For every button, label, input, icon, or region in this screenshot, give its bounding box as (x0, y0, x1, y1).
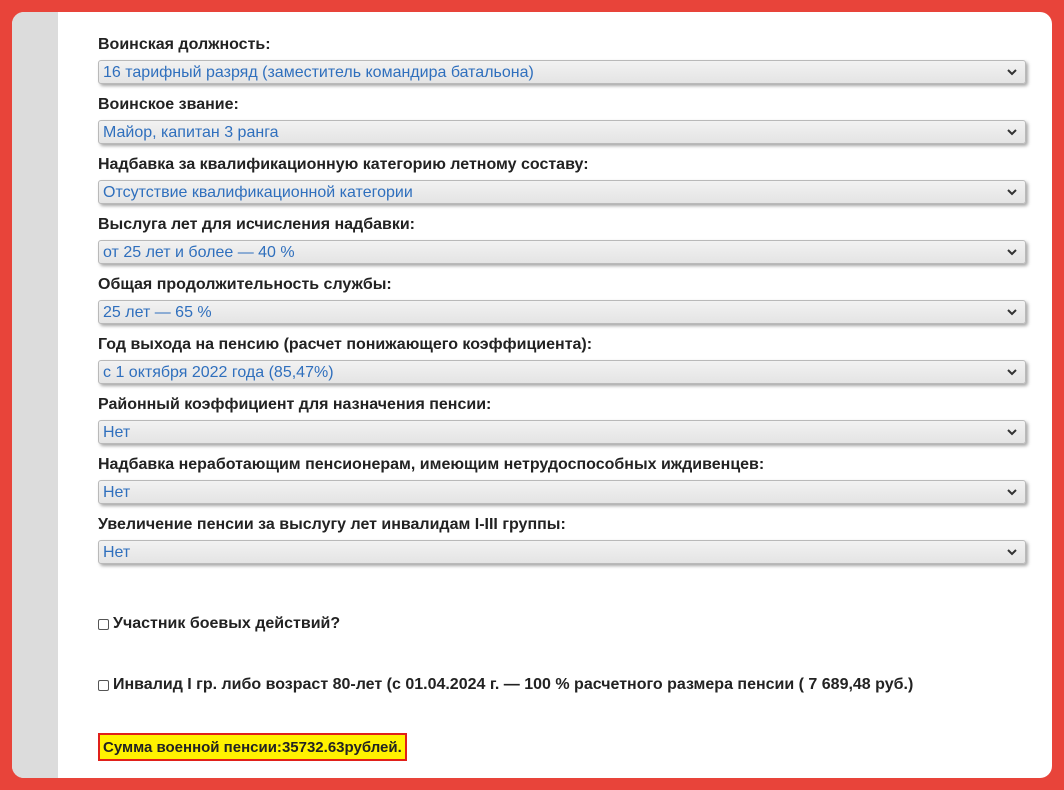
dependents-select-value: Нет (103, 484, 131, 501)
chevron-down-icon (1007, 429, 1017, 436)
qualification-label: Надбавка за квалификационную категорию л… (98, 156, 589, 173)
combat-veteran-option[interactable]: Участник боевых действий? (98, 615, 340, 633)
chevron-down-icon (1007, 309, 1017, 316)
retirement-year-select[interactable]: с 1 октября 2022 года (85,47%) (98, 360, 1026, 384)
rank-select-value: Майор, капитан 3 ранга (103, 124, 279, 141)
rank-select[interactable]: Майор, капитан 3 ранга (98, 120, 1026, 144)
service-length-label: Общая продолжительность службы: (98, 276, 392, 293)
regional-coefficient-select[interactable]: Нет (98, 420, 1026, 444)
disability-increase-select-value: Нет (103, 544, 131, 561)
combat-veteran-checkbox[interactable] (98, 618, 109, 630)
calculator-panel: Воинская должность: 16 тарифный разряд (… (12, 12, 1052, 778)
service-length-select[interactable]: 25 лет — 65 % (98, 300, 1026, 324)
result-unit: рублей. (344, 738, 402, 756)
service-length-select-value: 25 лет — 65 % (103, 304, 212, 321)
chevron-down-icon (1007, 249, 1017, 256)
position-select-value: 16 тарифный разряд (заместитель командир… (103, 64, 534, 81)
position-label: Воинская должность: (98, 36, 271, 53)
seniority-bonus-select[interactable]: от 25 лет и более — 40 % (98, 240, 1026, 264)
invalid-or-80-option[interactable]: Инвалид I гр. либо возраст 80-лет (с 01.… (98, 676, 913, 694)
chevron-down-icon (1007, 189, 1017, 196)
seniority-bonus-label: Выслуга лет для исчисления надбавки: (98, 216, 415, 233)
invalid-or-80-checkbox[interactable] (98, 679, 109, 691)
seniority-bonus-select-value: от 25 лет и более — 40 % (103, 244, 295, 261)
chevron-down-icon (1007, 129, 1017, 136)
dependents-select[interactable]: Нет (98, 480, 1026, 504)
chevron-down-icon (1007, 369, 1017, 376)
rank-label: Воинское звание: (98, 96, 239, 113)
pension-result-box: Сумма военной пенсии: 35732.63 рублей. (98, 733, 407, 761)
chevron-down-icon (1007, 489, 1017, 496)
regional-coefficient-select-value: Нет (103, 424, 131, 441)
qualification-select-value: Отсутствие квалификационной категории (103, 184, 413, 201)
chevron-down-icon (1007, 549, 1017, 556)
pension-form: Воинская должность: 16 тарифный разряд (… (98, 36, 1030, 576)
dependents-label: Надбавка неработающим пенсионерам, имеющ… (98, 456, 765, 473)
chevron-down-icon (1007, 69, 1017, 76)
position-select[interactable]: 16 тарифный разряд (заместитель командир… (98, 60, 1026, 84)
combat-veteran-label[interactable]: Участник боевых действий? (113, 615, 340, 633)
left-sidebar-strip (12, 12, 58, 778)
disability-increase-select[interactable]: Нет (98, 540, 1026, 564)
result-label: Сумма военной пенсии: (103, 738, 282, 756)
invalid-or-80-label[interactable]: Инвалид I гр. либо возраст 80-лет (с 01.… (113, 676, 913, 694)
disability-increase-label: Увеличение пенсии за выслугу лет инвалид… (98, 516, 566, 533)
qualification-select[interactable]: Отсутствие квалификационной категории (98, 180, 1026, 204)
regional-coefficient-label: Районный коэффициент для назначения пенс… (98, 396, 492, 413)
retirement-year-select-value: с 1 октября 2022 года (85,47%) (103, 364, 334, 381)
result-amount: 35732.63 (281, 738, 345, 756)
retirement-year-label: Год выхода на пенсию (расчет понижающего… (98, 336, 593, 353)
